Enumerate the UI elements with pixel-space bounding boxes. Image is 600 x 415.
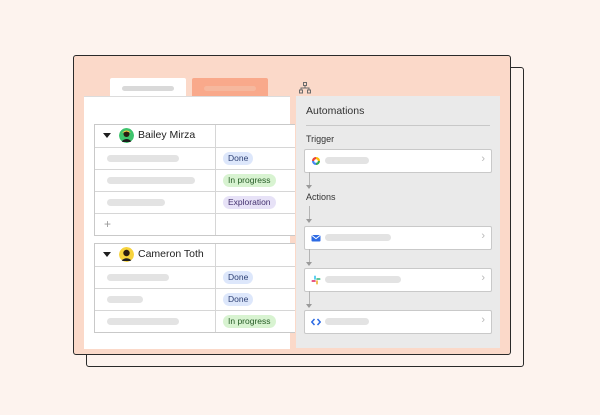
table-row[interactable]: In progress	[95, 170, 295, 192]
action-card-code[interactable]: ›	[304, 310, 492, 334]
arrow-down-icon	[306, 185, 312, 189]
trigger-label: Trigger	[306, 134, 335, 144]
column-divider	[215, 289, 216, 310]
arrow-down-icon	[306, 262, 312, 266]
column-divider	[215, 244, 216, 266]
column-divider	[215, 125, 216, 147]
table-row[interactable]: Done	[95, 267, 295, 289]
action-label-placeholder	[325, 234, 391, 241]
email-icon	[311, 235, 321, 242]
table-row[interactable]: Done	[95, 289, 295, 311]
group-cameron-toth: Cameron Toth Done Done In progress	[94, 243, 295, 333]
arrow-down-icon	[306, 304, 312, 308]
connector-line	[309, 206, 310, 220]
chevron-right-icon[interactable]: ›	[481, 230, 485, 242]
table-row[interactable]: In progress	[95, 311, 295, 332]
task-name-placeholder	[107, 274, 169, 281]
task-name-placeholder	[107, 199, 165, 206]
action-card-email[interactable]: ›	[304, 226, 492, 250]
panel-divider	[306, 125, 490, 126]
status-badge[interactable]: In progress	[223, 315, 276, 328]
action-card-slack[interactable]: ›	[304, 268, 492, 292]
arrow-down-icon	[306, 219, 312, 223]
task-name-placeholder	[107, 177, 195, 184]
panel-title: Automations	[306, 105, 365, 117]
add-row-plus-icon[interactable]: +	[104, 217, 111, 231]
connector-line	[309, 172, 310, 186]
column-divider	[215, 267, 216, 288]
connector-line	[309, 249, 310, 263]
avatar	[119, 247, 134, 262]
column-divider	[215, 170, 216, 191]
automations-panel: Automations Trigger › Actions › › ›	[296, 96, 500, 348]
group-header-row: Bailey Mirza	[95, 125, 295, 148]
group-bailey-mirza: Bailey Mirza Done In progress Exploratio…	[94, 124, 295, 236]
slack-icon	[311, 275, 321, 285]
add-row[interactable]: +	[95, 214, 295, 235]
status-badge[interactable]: In progress	[223, 174, 276, 187]
chevron-right-icon[interactable]: ›	[481, 272, 485, 284]
chevron-right-icon[interactable]: ›	[481, 314, 485, 326]
task-name-placeholder	[107, 155, 179, 162]
status-badge[interactable]: Done	[223, 293, 254, 306]
status-badge[interactable]: Done	[223, 152, 254, 165]
tab-1-label-placeholder	[122, 86, 174, 91]
column-divider	[215, 148, 216, 169]
hierarchy-icon[interactable]	[299, 82, 311, 94]
group-person-name: Bailey Mirza	[138, 129, 196, 141]
action-label-placeholder	[325, 276, 401, 283]
caret-down-icon[interactable]	[103, 133, 111, 138]
status-badge[interactable]: Done	[223, 271, 254, 284]
task-name-placeholder	[107, 318, 179, 325]
column-divider	[215, 214, 216, 235]
column-divider	[215, 311, 216, 332]
grouped-table: Bailey Mirza Done In progress Exploratio…	[84, 96, 295, 349]
group-header-row: Cameron Toth	[95, 244, 295, 267]
trigger-label-placeholder	[325, 157, 369, 164]
tab-1[interactable]	[110, 78, 186, 98]
google-calendar-icon	[312, 157, 320, 165]
trigger-card[interactable]: ›	[304, 149, 492, 173]
caret-down-icon[interactable]	[103, 252, 111, 257]
task-name-placeholder	[107, 296, 143, 303]
table-row[interactable]: Done	[95, 148, 295, 170]
actions-label: Actions	[306, 192, 336, 202]
avatar	[119, 128, 134, 143]
tab-2[interactable]	[192, 78, 268, 98]
action-label-placeholder	[325, 318, 369, 325]
tab-2-label-placeholder	[204, 86, 256, 91]
code-icon	[311, 318, 321, 326]
status-badge[interactable]: Exploration	[223, 196, 276, 209]
app-window: Bailey Mirza Done In progress Exploratio…	[73, 55, 511, 355]
table-row[interactable]: Exploration	[95, 192, 295, 214]
chevron-right-icon[interactable]: ›	[481, 153, 485, 165]
connector-line	[309, 291, 310, 305]
column-divider	[215, 192, 216, 213]
group-person-name: Cameron Toth	[138, 248, 204, 260]
